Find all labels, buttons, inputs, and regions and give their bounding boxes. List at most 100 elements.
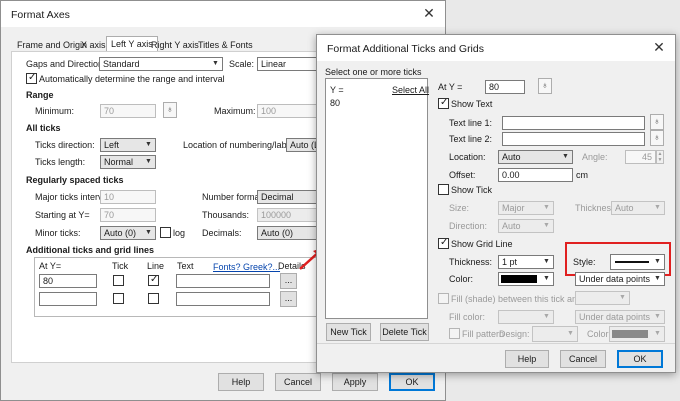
- ticks-length-label: Ticks length:: [35, 157, 86, 167]
- thousands-value: 100000: [261, 210, 292, 220]
- fonts-greek-link[interactable]: Fonts? Greek?...: [213, 261, 280, 273]
- ticks-direction-value: Left: [104, 140, 120, 150]
- fill-layer-select[interactable]: Under data points ▼: [575, 310, 665, 324]
- size-select[interactable]: Major ▼: [498, 201, 554, 215]
- help-button[interactable]: Help: [505, 350, 549, 368]
- auto-range-checkbox[interactable]: ✓: [26, 72, 37, 84]
- chevron-down-icon: ▼: [567, 330, 574, 337]
- chevron-down-icon: ▼: [654, 258, 661, 265]
- range-picker-icon[interactable]: ♁: [163, 102, 177, 118]
- row2-tick-checkbox[interactable]: [113, 293, 124, 304]
- at-y-label: At Y =: [438, 82, 463, 92]
- delete-tick-button[interactable]: Delete Tick: [380, 323, 429, 341]
- fill-color-select[interactable]: ▼: [498, 310, 554, 324]
- line-style-select[interactable]: ▼: [610, 254, 665, 270]
- row1-tick-checkbox[interactable]: [113, 275, 124, 286]
- gaps-label: Gaps and Direction:: [26, 59, 106, 69]
- text-line2-label: Text line 2:: [449, 134, 493, 144]
- tick-thickness-value: Auto: [615, 203, 634, 213]
- close-icon[interactable]: ✕: [421, 5, 437, 21]
- direction-select[interactable]: Auto ▼: [498, 219, 554, 233]
- direction-value: Auto: [502, 221, 521, 231]
- ticks-list[interactable]: [325, 78, 428, 319]
- help-button[interactable]: Help: [218, 373, 264, 391]
- pattern-color-select[interactable]: ▼: [609, 326, 665, 342]
- row1-at-y-field[interactable]: 80: [39, 274, 97, 288]
- major-interval-field[interactable]: 10: [100, 190, 156, 204]
- regular-ticks-heading: Regularly spaced ticks: [26, 175, 124, 185]
- chevron-down-icon: ▼: [145, 229, 152, 236]
- additional-ticks-title: Format Additional Ticks and Grids: [327, 43, 484, 55]
- minimum-field[interactable]: 70: [100, 104, 156, 118]
- maximum-label: Maximum:: [214, 106, 256, 116]
- tab-x-axis[interactable]: X axis: [77, 38, 110, 52]
- row1-details-button[interactable]: ...: [280, 273, 297, 289]
- at-y-field[interactable]: 80: [485, 80, 525, 94]
- tick-thickness-select[interactable]: Auto ▼: [611, 201, 665, 215]
- grid-layer-value: Under data points: [579, 274, 651, 284]
- row2-text-field[interactable]: [176, 292, 270, 306]
- size-label: Size:: [449, 203, 470, 213]
- tab-titles-fonts[interactable]: Titles & Fonts: [194, 38, 257, 52]
- text-picker-icon[interactable]: ♁: [650, 130, 664, 146]
- offset-unit: cm: [576, 170, 588, 180]
- range-heading: Range: [26, 90, 54, 100]
- location-label: Location:: [449, 152, 486, 162]
- row2-line-checkbox[interactable]: [148, 293, 159, 304]
- chevron-down-icon: ▼: [145, 158, 152, 165]
- show-grid-line-checkbox[interactable]: ✓: [438, 237, 449, 249]
- col-line: Line: [147, 261, 165, 271]
- row1-text-field[interactable]: [176, 274, 270, 288]
- row2-details-button[interactable]: ...: [280, 291, 297, 307]
- list-item[interactable]: 80: [330, 97, 340, 109]
- grid-layer-select[interactable]: Under data points ▼: [575, 272, 665, 286]
- checkmark-icon: ✓: [440, 237, 449, 248]
- chevron-down-icon: ▼: [654, 313, 661, 320]
- fill-layer-value: Under data points: [579, 312, 651, 322]
- grid-color-select[interactable]: ▼: [498, 272, 554, 286]
- all-ticks-heading: All ticks: [26, 123, 61, 133]
- chevron-down-icon: ▼: [654, 204, 661, 211]
- starting-field[interactable]: 70: [100, 208, 156, 222]
- fill-pattern-checkbox[interactable]: [449, 328, 460, 339]
- row2-at-y-field[interactable]: [39, 292, 97, 306]
- checkmark-icon: ✓: [28, 72, 37, 83]
- apply-button[interactable]: Apply: [332, 373, 378, 391]
- thousands-label: Thousands:: [202, 210, 250, 220]
- fill-checkbox[interactable]: [438, 293, 449, 304]
- ticks-length-select[interactable]: Normal ▼: [100, 155, 156, 169]
- ok-button[interactable]: OK: [617, 350, 663, 368]
- list-header-y: Y =: [330, 85, 344, 95]
- new-tick-button[interactable]: New Tick: [326, 323, 371, 341]
- log-checkbox[interactable]: [160, 227, 171, 238]
- angle-field[interactable]: 45: [625, 150, 656, 164]
- cancel-button[interactable]: Cancel: [275, 373, 321, 391]
- fill-y-select[interactable]: ▼: [575, 291, 630, 305]
- cancel-button[interactable]: Cancel: [560, 350, 606, 368]
- pattern-color-label: Color:: [587, 329, 612, 339]
- text-picker-icon[interactable]: ♁: [650, 114, 664, 130]
- ticks-direction-select[interactable]: Left ▼: [100, 138, 156, 152]
- gaps-direction-select[interactable]: Standard ▼: [99, 57, 223, 71]
- show-tick-checkbox[interactable]: [438, 184, 449, 195]
- scale-label: Scale:: [229, 59, 255, 69]
- minor-ticks-select[interactable]: Auto (0) ▼: [100, 226, 156, 240]
- ok-button[interactable]: OK: [389, 373, 435, 391]
- angle-spinner[interactable]: ▲ ▼: [656, 150, 664, 164]
- select-all-link[interactable]: Select All: [392, 84, 429, 96]
- close-icon[interactable]: ✕: [651, 39, 667, 55]
- pick-value-icon[interactable]: ♁: [538, 78, 552, 94]
- text-line1-field[interactable]: [502, 116, 645, 130]
- row1-line-checkbox[interactable]: ✓: [148, 274, 159, 286]
- grid-color-label: Color:: [449, 274, 474, 284]
- grid-thickness-select[interactable]: 1 pt ▼: [498, 255, 554, 269]
- chevron-down-icon: ▼: [543, 258, 550, 265]
- text-line2-field[interactable]: [502, 132, 645, 146]
- offset-field[interactable]: 0.00: [498, 168, 573, 182]
- show-text-checkbox[interactable]: ✓: [438, 97, 449, 109]
- footer-divider: [317, 343, 675, 344]
- chevron-down-icon: ▼: [654, 275, 661, 282]
- design-select[interactable]: ▼: [532, 326, 578, 342]
- location-select[interactable]: Auto ▼: [498, 150, 573, 164]
- chevron-down-icon: ▼: [543, 313, 550, 320]
